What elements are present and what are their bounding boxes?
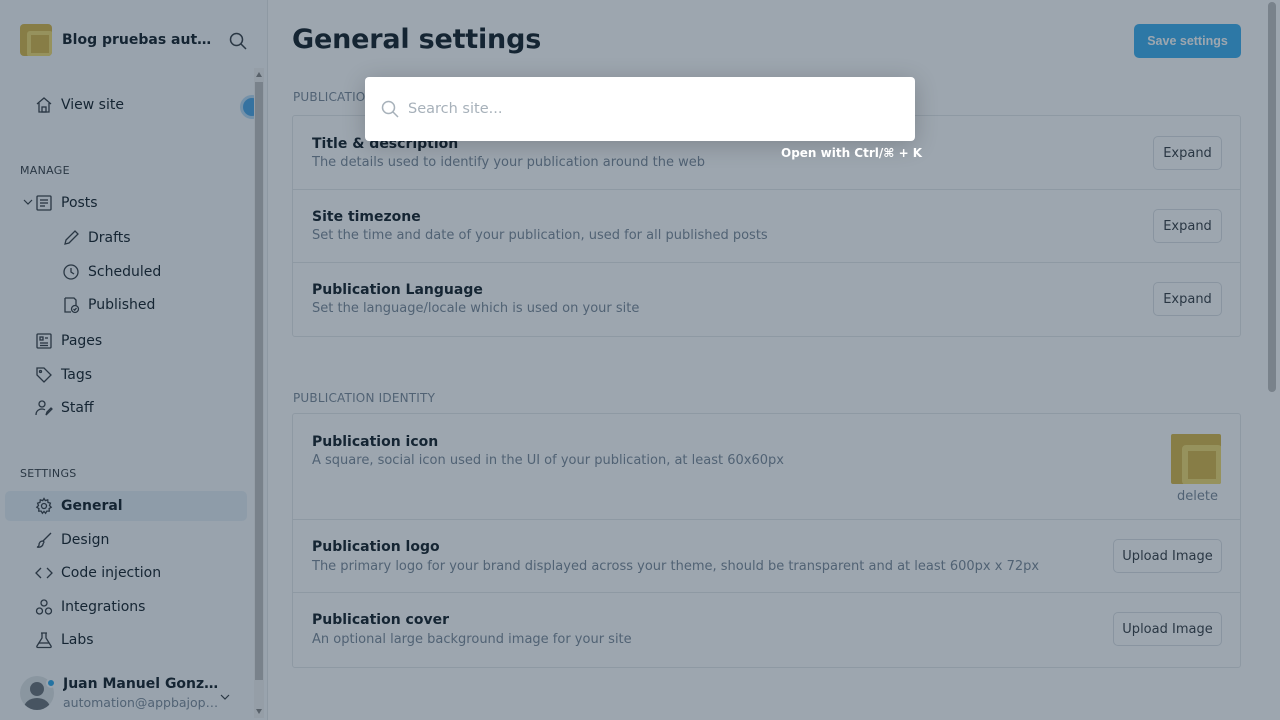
search-icon [381, 100, 399, 118]
shortcut-hint: Open with Ctrl/⌘ + K [781, 146, 923, 160]
search-modal [365, 77, 915, 141]
search-input[interactable] [408, 101, 888, 117]
